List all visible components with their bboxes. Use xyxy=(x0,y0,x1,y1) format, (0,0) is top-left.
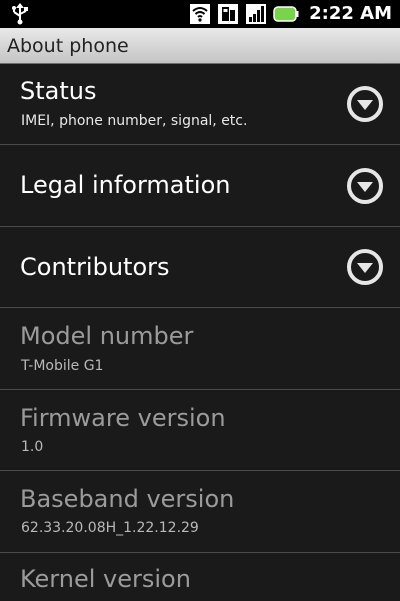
list-item-model-number: Model number T-Mobile G1 xyxy=(0,308,400,390)
expand-icon xyxy=(346,85,384,123)
list-item-summary: 62.33.20.08H_1.22.12.29 xyxy=(21,520,199,536)
expand-icon xyxy=(346,248,384,286)
wifi-icon xyxy=(190,4,211,24)
list-item-kernel-version: Kernel version xyxy=(0,553,400,601)
list-item-title: Baseband version xyxy=(20,485,235,513)
title-bar: About phone xyxy=(0,28,400,64)
page-title: About phone xyxy=(7,35,129,57)
list-item-title: Firmware version xyxy=(20,404,226,432)
list-item-title: Legal information xyxy=(20,171,231,199)
list-item-summary: 1.0 xyxy=(21,439,44,455)
battery-icon xyxy=(273,6,299,22)
list-item-summary: T-Mobile G1 xyxy=(21,358,104,374)
list-item-title: Status xyxy=(20,77,97,105)
signal-icon xyxy=(246,4,267,24)
usb-icon xyxy=(12,3,28,25)
status-bar: 2:22 AM xyxy=(0,0,400,28)
clock-time: 2:22 AM xyxy=(309,3,392,24)
list-item-title: Model number xyxy=(20,322,194,350)
list-item-status[interactable]: Status IMEI, phone number, signal, etc. xyxy=(0,64,400,145)
settings-list: Status IMEI, phone number, signal, etc. … xyxy=(0,64,400,601)
expand-icon xyxy=(346,167,384,205)
sim-icon xyxy=(218,4,239,24)
list-item-firmware-version: Firmware version 1.0 xyxy=(0,390,400,471)
list-item-legal-information[interactable]: Legal information xyxy=(0,145,400,227)
list-item-title: Kernel version xyxy=(20,565,191,593)
list-item-baseband-version: Baseband version 62.33.20.08H_1.22.12.29 xyxy=(0,471,400,553)
list-item-contributors[interactable]: Contributors xyxy=(0,227,400,308)
list-item-title: Contributors xyxy=(20,253,170,281)
list-item-summary: IMEI, phone number, signal, etc. xyxy=(21,113,248,129)
